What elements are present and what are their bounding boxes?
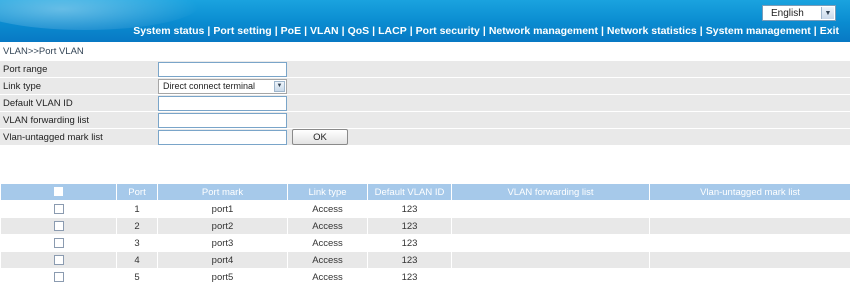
select-all-checkbox[interactable] <box>54 187 63 197</box>
cell-link-type: Access <box>287 200 368 218</box>
nav-network-management[interactable]: Network management <box>489 25 598 37</box>
link-type-label: Link type <box>3 80 42 92</box>
untagged-list-input[interactable] <box>158 129 287 145</box>
port-vlan-table: Port Port mark Link type Default VLAN ID… <box>0 183 850 286</box>
row-checkbox[interactable] <box>53 254 64 265</box>
cell-port: 1 <box>116 200 158 218</box>
link-type-select[interactable]: Direct connect terminal ▼ <box>158 78 287 94</box>
default-vlan-label: Default VLAN ID <box>3 97 73 109</box>
row-checkbox[interactable] <box>53 271 64 282</box>
cell-default-vlan: 123 <box>367 217 452 235</box>
cell-port-mark: port4 <box>157 251 288 269</box>
nav-network-statistics[interactable]: Network statistics <box>607 25 697 37</box>
cell-default-vlan: 123 <box>367 268 452 286</box>
untagged-list-label: Vlan-untagged mark list <box>3 131 103 143</box>
cell-port-mark: port2 <box>157 217 288 235</box>
cell-forwarding-list <box>451 234 650 252</box>
cell-port-mark: port1 <box>157 200 288 218</box>
row-checkbox[interactable] <box>53 237 64 248</box>
nav-port-setting[interactable]: Port setting <box>213 25 271 37</box>
table-header-row: Port Port mark Link type Default VLAN ID… <box>0 183 850 201</box>
header-vlan-forwarding-list: VLAN forwarding list <box>451 183 650 201</box>
nav-port-security[interactable]: Port security <box>416 25 480 37</box>
forwarding-list-label: VLAN forwarding list <box>3 114 90 126</box>
language-value: English <box>771 7 804 19</box>
table-row: 3 port3 Access 123 <box>0 234 850 252</box>
cell-link-type: Access <box>287 234 368 252</box>
cell-untagged-list <box>649 234 850 252</box>
nav-system-management[interactable]: System management <box>706 25 811 37</box>
top-header: English ▼ System status | Port setting | P… <box>0 0 850 42</box>
cell-default-vlan: 123 <box>367 200 452 218</box>
nav-system-status[interactable]: System status <box>133 25 204 37</box>
cell-port-mark: port5 <box>157 268 288 286</box>
cell-port-mark: port3 <box>157 234 288 252</box>
breadcrumb: VLAN>>Port VLAN <box>0 43 850 59</box>
form-row-default-vlan: Default VLAN ID <box>0 95 850 111</box>
cell-link-type: Access <box>287 268 368 286</box>
select-all-header[interactable] <box>0 183 117 201</box>
nav-lacp[interactable]: LACP <box>378 25 407 37</box>
form-row-forwarding-list: VLAN forwarding list <box>0 112 850 128</box>
table-row: 2 port2 Access 123 <box>0 217 850 235</box>
cell-forwarding-list <box>451 217 650 235</box>
forwarding-list-input[interactable] <box>158 112 287 128</box>
row-checkbox[interactable] <box>53 220 64 231</box>
row-checkbox[interactable] <box>53 203 64 214</box>
nav-vlan[interactable]: VLAN <box>310 25 339 37</box>
cell-link-type: Access <box>287 217 368 235</box>
cell-port: 5 <box>116 268 158 286</box>
dropdown-arrow-icon[interactable]: ▼ <box>274 80 285 92</box>
cell-forwarding-list <box>451 200 650 218</box>
form-row-port-range: Port range <box>0 61 850 77</box>
default-vlan-input[interactable] <box>158 95 287 111</box>
ok-button[interactable]: OK <box>292 129 348 145</box>
form-row-untagged-list: Vlan-untagged mark list OK <box>0 129 850 145</box>
port-vlan-form: Port range Link type Direct connect term… <box>0 61 850 146</box>
cell-untagged-list <box>649 217 850 235</box>
cell-untagged-list <box>649 200 850 218</box>
cell-default-vlan: 123 <box>367 251 452 269</box>
link-type-value: Direct connect terminal <box>163 81 256 91</box>
header-vlan-untagged-mark-list: Vlan-untagged mark list <box>649 183 850 201</box>
cell-forwarding-list <box>451 251 650 269</box>
cell-untagged-list <box>649 251 850 269</box>
language-select[interactable]: English ▼ <box>762 5 836 21</box>
cell-port: 4 <box>116 251 158 269</box>
cell-untagged-list <box>649 268 850 286</box>
nav-poe[interactable]: PoE <box>281 25 301 37</box>
dropdown-arrow-icon[interactable]: ▼ <box>821 7 834 19</box>
cell-link-type: Access <box>287 251 368 269</box>
form-row-link-type: Link type Direct connect terminal ▼ <box>0 78 850 94</box>
table-row: 1 port1 Access 123 <box>0 200 850 218</box>
nav-exit[interactable]: Exit <box>820 25 839 37</box>
cell-forwarding-list <box>451 268 650 286</box>
port-range-input[interactable] <box>158 61 287 77</box>
port-range-label: Port range <box>3 63 48 75</box>
cell-port: 3 <box>116 234 158 252</box>
header-port-mark: Port mark <box>157 183 288 201</box>
header-port: Port <box>116 183 158 201</box>
table-row: 5 port5 Access 123 <box>0 268 850 286</box>
cell-port: 2 <box>116 217 158 235</box>
header-link-type: Link type <box>287 183 368 201</box>
nav-qos[interactable]: QoS <box>348 25 370 37</box>
header-default-vlan-id: Default VLAN ID <box>367 183 452 201</box>
table-row: 4 port4 Access 123 <box>0 251 850 269</box>
cell-default-vlan: 123 <box>367 234 452 252</box>
main-nav: System status | Port setting | PoE | VLAN | … <box>133 25 839 37</box>
